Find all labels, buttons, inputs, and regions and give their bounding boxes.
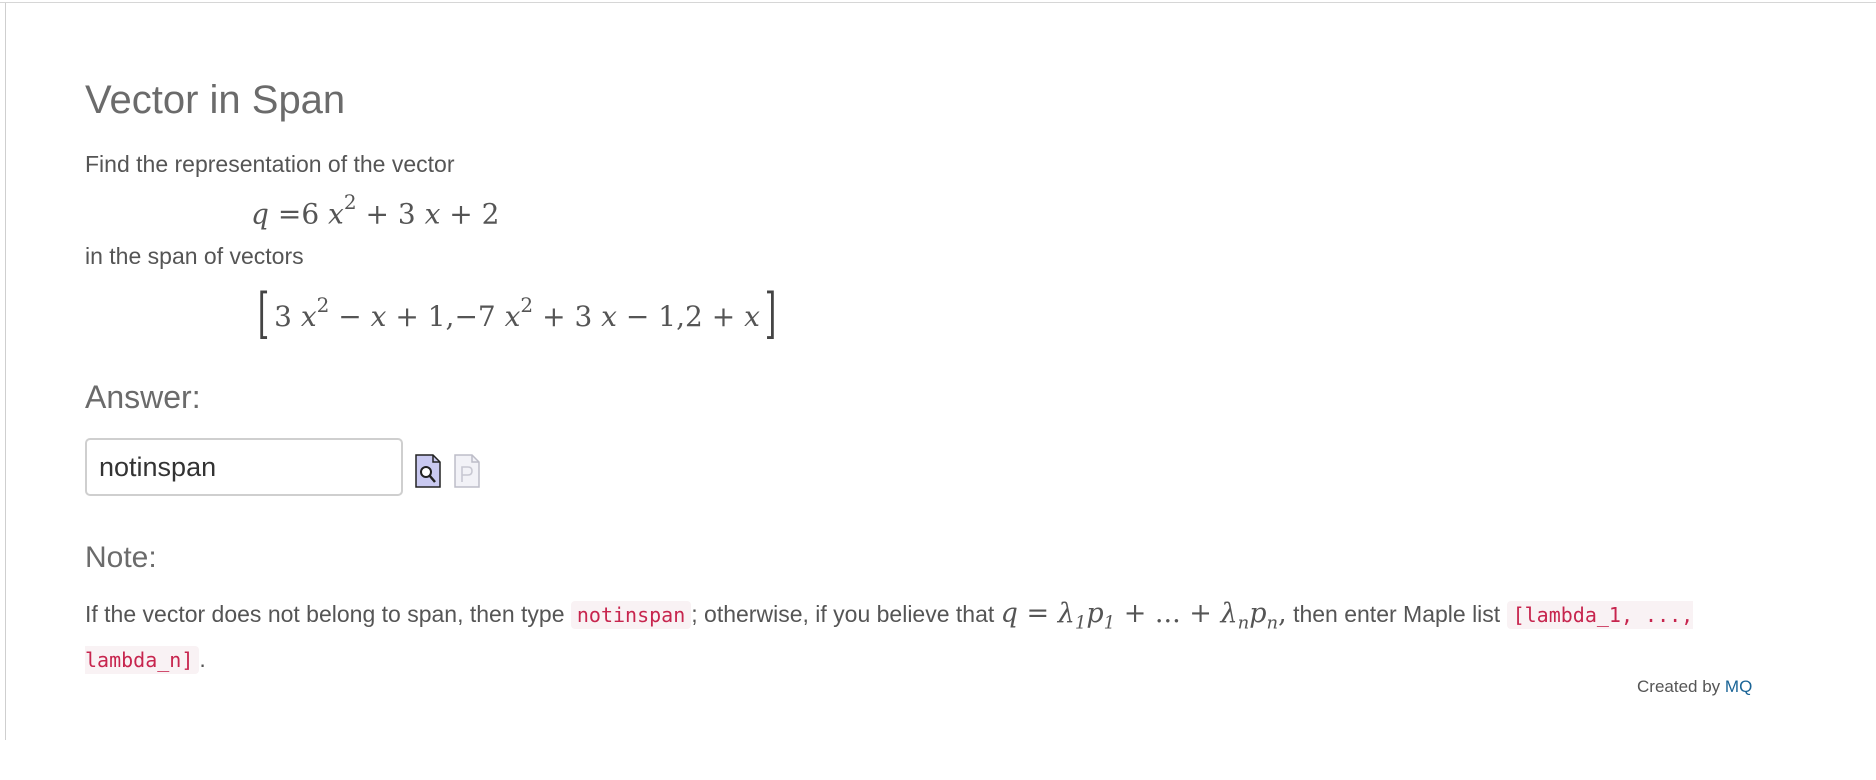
constant: 2 xyxy=(684,300,703,333)
left-border xyxy=(5,3,6,740)
var: x xyxy=(328,197,344,231)
var: x xyxy=(601,300,617,333)
formula-plus: + xyxy=(1123,598,1147,629)
answer-input[interactable] xyxy=(85,438,403,496)
created-by-label: Created by xyxy=(1637,677,1721,696)
note-text: If the vector does not belong to span, t… xyxy=(85,596,1785,678)
note-part-3: then enter Maple list xyxy=(1293,601,1501,627)
note-heading: Note: xyxy=(85,541,157,574)
coef: 3 xyxy=(574,300,593,333)
var: x xyxy=(424,197,441,231)
constant: 1 xyxy=(658,300,677,333)
representation-formula: q = λ1p1 + ... + λnpn, xyxy=(1000,598,1287,633)
equals-sign: = xyxy=(277,197,302,231)
formula-lambda: λ xyxy=(1220,598,1238,629)
note-part-1: If the vector does not belong to span, t… xyxy=(85,601,565,627)
coef: 6 xyxy=(301,197,320,231)
top-border xyxy=(0,2,1876,3)
formula-sub: n xyxy=(1266,612,1279,634)
var: x xyxy=(744,300,760,333)
operator: + xyxy=(449,197,473,231)
formula-q: q xyxy=(1000,598,1018,629)
constant: 1 xyxy=(427,300,446,333)
close-bracket: ] xyxy=(764,282,777,345)
validate-answer-icon[interactable] xyxy=(415,454,441,488)
operator: + xyxy=(542,300,566,333)
var: x xyxy=(370,300,387,333)
vector-equation: q =6 x2 + 3 x + 2 xyxy=(251,192,500,231)
coef: −7 xyxy=(454,300,496,333)
operator: + xyxy=(395,300,419,333)
var: x xyxy=(504,300,521,333)
formula-p: p xyxy=(1249,598,1267,629)
var: x xyxy=(300,300,317,333)
formula-dots: ... xyxy=(1154,598,1181,629)
question-intro: Find the representation of the vector xyxy=(85,151,455,177)
operator: − xyxy=(338,300,362,333)
open-bracket: [ xyxy=(257,282,270,345)
formula-lambda: λ xyxy=(1057,598,1075,629)
exponent: 2 xyxy=(316,292,330,317)
formula-sub: n xyxy=(1237,612,1250,634)
coef: 3 xyxy=(274,300,292,333)
span-vector-list: [3 x2 − x + 1,−7 x2 + 3 x − 1,2 + x] xyxy=(253,287,781,341)
separator: , xyxy=(676,300,685,333)
formula-comma: , xyxy=(1278,598,1287,629)
span-intro: in the span of vectors xyxy=(85,243,304,269)
exponent: 2 xyxy=(343,190,357,214)
operator: + xyxy=(711,300,736,333)
exponent: 2 xyxy=(520,292,534,317)
formula-eq: = xyxy=(1026,598,1050,629)
code-notinspan: notinspan xyxy=(570,601,692,629)
answer-heading: Answer: xyxy=(85,379,201,415)
note-part-2: ; otherwise, if you believe that xyxy=(691,601,995,627)
formula-plus: + xyxy=(1189,598,1212,629)
formula-sub: 1 xyxy=(1103,612,1116,634)
formula-sub: 1 xyxy=(1074,612,1087,634)
preview-icon[interactable] xyxy=(454,454,480,488)
note-end: . xyxy=(199,646,206,673)
mq-link[interactable]: MQ xyxy=(1725,677,1752,696)
operator: − xyxy=(625,300,650,333)
constant: 2 xyxy=(481,197,500,231)
footer-credit: Created by MQ xyxy=(1637,677,1752,697)
formula-p: p xyxy=(1086,598,1104,629)
question-title: Vector in Span xyxy=(85,78,346,122)
vector-lhs: q xyxy=(251,197,269,231)
operator: + xyxy=(365,197,389,231)
coef: 3 xyxy=(397,197,416,231)
